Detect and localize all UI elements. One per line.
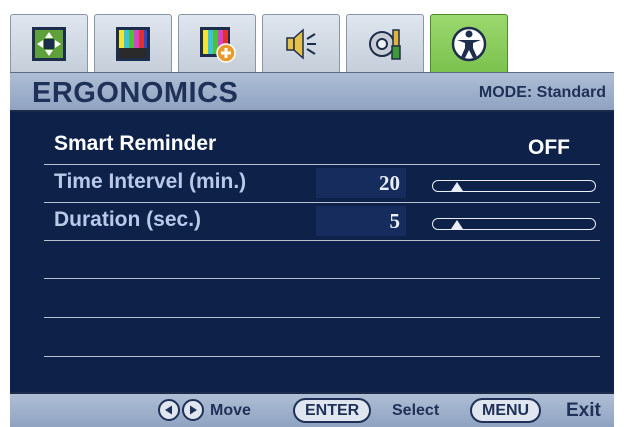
- duration-slider-knob[interactable]: [451, 220, 464, 229]
- enter-button[interactable]: ENTER: [293, 398, 372, 423]
- left-arrow-icon: [165, 405, 172, 415]
- duration-slider[interactable]: [432, 218, 596, 230]
- mode-indicator: MODE: Standard: [478, 84, 606, 101]
- empty-row-divider: [44, 356, 600, 357]
- setting-row-time-interval[interactable]: Time Intervel (min.) 20: [44, 164, 600, 203]
- move-label: Move: [210, 402, 251, 419]
- smart-reminder-value: OFF: [528, 136, 570, 159]
- duration-label: Duration (sec.): [54, 208, 202, 231]
- tab-picture[interactable]: [94, 14, 172, 72]
- picture-adjust-icon: [32, 26, 66, 61]
- footer-bar: Move ENTER Select MENU Exit: [10, 392, 614, 427]
- tab-picture-advanced[interactable]: [178, 14, 256, 72]
- system-settings-icon: [369, 28, 401, 60]
- osd-menu: ERGONOMICS MODE: Standard Smart Reminder…: [4, 4, 620, 427]
- tab-audio[interactable]: [262, 14, 340, 72]
- left-arrow-button[interactable]: [158, 399, 180, 421]
- tab-ergonomics[interactable]: [430, 14, 508, 72]
- time-interval-slider-knob[interactable]: [451, 182, 464, 191]
- duration-value-box: 5: [316, 206, 406, 236]
- tab-picture-adjust[interactable]: [10, 14, 88, 72]
- color-bars-icon: [116, 26, 150, 61]
- exit-label: Exit: [566, 400, 601, 421]
- right-arrow-button[interactable]: [182, 399, 204, 421]
- title-bar: ERGONOMICS MODE: Standard: [10, 72, 614, 112]
- tab-system[interactable]: [346, 14, 424, 72]
- menu-button[interactable]: MENU: [470, 398, 542, 423]
- empty-row-divider: [44, 278, 600, 279]
- settings-panel: Smart Reminder OFF Time Intervel (min.) …: [10, 112, 614, 392]
- time-interval-label: Time Intervel (min.): [54, 170, 247, 193]
- time-interval-value: 20: [379, 171, 400, 195]
- setting-row-duration[interactable]: Duration (sec.) 5: [44, 202, 600, 241]
- smart-reminder-label: Smart Reminder: [54, 132, 217, 155]
- picture-advanced-icon: [200, 26, 236, 63]
- setting-row-smart-reminder[interactable]: Smart Reminder OFF: [44, 126, 600, 165]
- select-label: Select: [392, 402, 440, 419]
- empty-row-divider: [44, 317, 600, 318]
- ergonomics-icon: [451, 26, 487, 61]
- tab-bar: [10, 14, 614, 74]
- time-interval-value-box: 20: [316, 168, 406, 198]
- right-arrow-icon: [190, 405, 197, 415]
- page-title: ERGONOMICS: [32, 77, 239, 109]
- time-interval-slider[interactable]: [432, 180, 596, 192]
- duration-value: 5: [389, 209, 401, 233]
- audio-icon: [286, 27, 316, 60]
